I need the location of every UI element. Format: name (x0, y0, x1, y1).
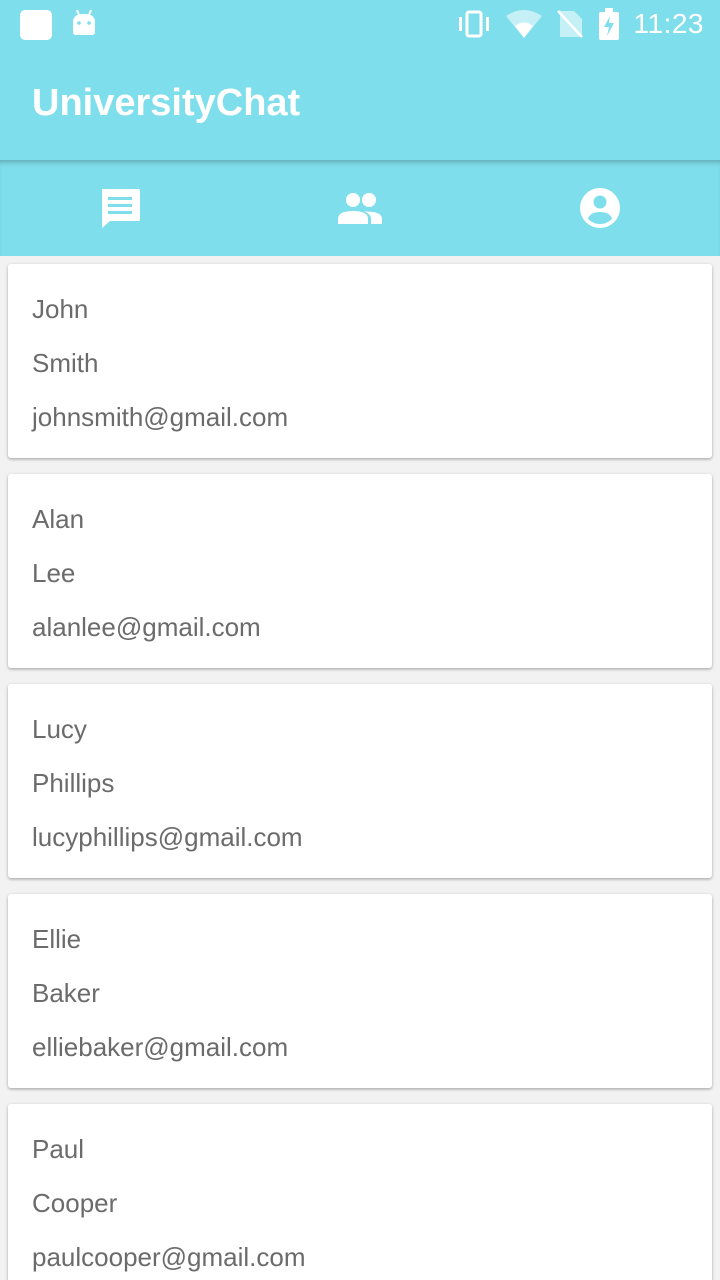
app-title: UniversityChat (32, 82, 301, 124)
user-card[interactable]: Paul Cooper paulcooper@gmail.com (8, 1104, 712, 1280)
status-bar: 11:23 (0, 0, 720, 48)
user-email: paulcooper@gmail.com (32, 1242, 306, 1272)
user-first-name: Ellie (32, 924, 82, 954)
user-first-name: Paul (32, 1134, 85, 1164)
user-last-name: Phillips (32, 768, 115, 798)
tab-chats[interactable] (0, 160, 240, 256)
user-last-name: Baker (32, 978, 100, 1008)
app-bar: UniversityChat (0, 48, 720, 160)
account-circle-icon (580, 188, 620, 228)
android-icon (73, 9, 95, 35)
tab-people[interactable] (240, 160, 480, 256)
status-time: 11:23 (633, 8, 704, 39)
user-email: elliebaker@gmail.com (32, 1032, 289, 1062)
user-first-name: Alan (32, 504, 85, 534)
user-card[interactable]: John Smith johnsmith@gmail.com (8, 264, 712, 458)
user-card[interactable]: Lucy Phillips lucyphillips@gmail.com (8, 684, 712, 878)
wifi-icon (505, 10, 542, 38)
vibrate-icon (458, 10, 489, 38)
tab-bar (0, 160, 720, 256)
user-first-name: John (32, 294, 89, 324)
user-card[interactable]: Ellie Baker elliebaker@gmail.com (8, 894, 712, 1088)
user-email: lucyphillips@gmail.com (32, 822, 303, 852)
people-icon (338, 193, 382, 224)
user-last-name: Lee (32, 558, 76, 588)
tab-profile[interactable] (480, 160, 720, 256)
chat-icon (102, 189, 140, 228)
user-last-name: Cooper (32, 1188, 118, 1218)
user-list: John Smith johnsmith@gmail.com Alan Lee … (0, 256, 720, 1280)
user-email: alanlee@gmail.com (32, 612, 261, 642)
app-square-icon (20, 10, 52, 40)
user-last-name: Smith (32, 348, 99, 378)
user-email: johnsmith@gmail.com (32, 402, 289, 432)
user-card[interactable]: Alan Lee alanlee@gmail.com (8, 474, 712, 668)
status-icons: 11:23 (456, 0, 705, 48)
battery-charging-icon (598, 8, 619, 40)
user-first-name: Lucy (32, 714, 87, 744)
no-sim-icon (556, 10, 583, 38)
